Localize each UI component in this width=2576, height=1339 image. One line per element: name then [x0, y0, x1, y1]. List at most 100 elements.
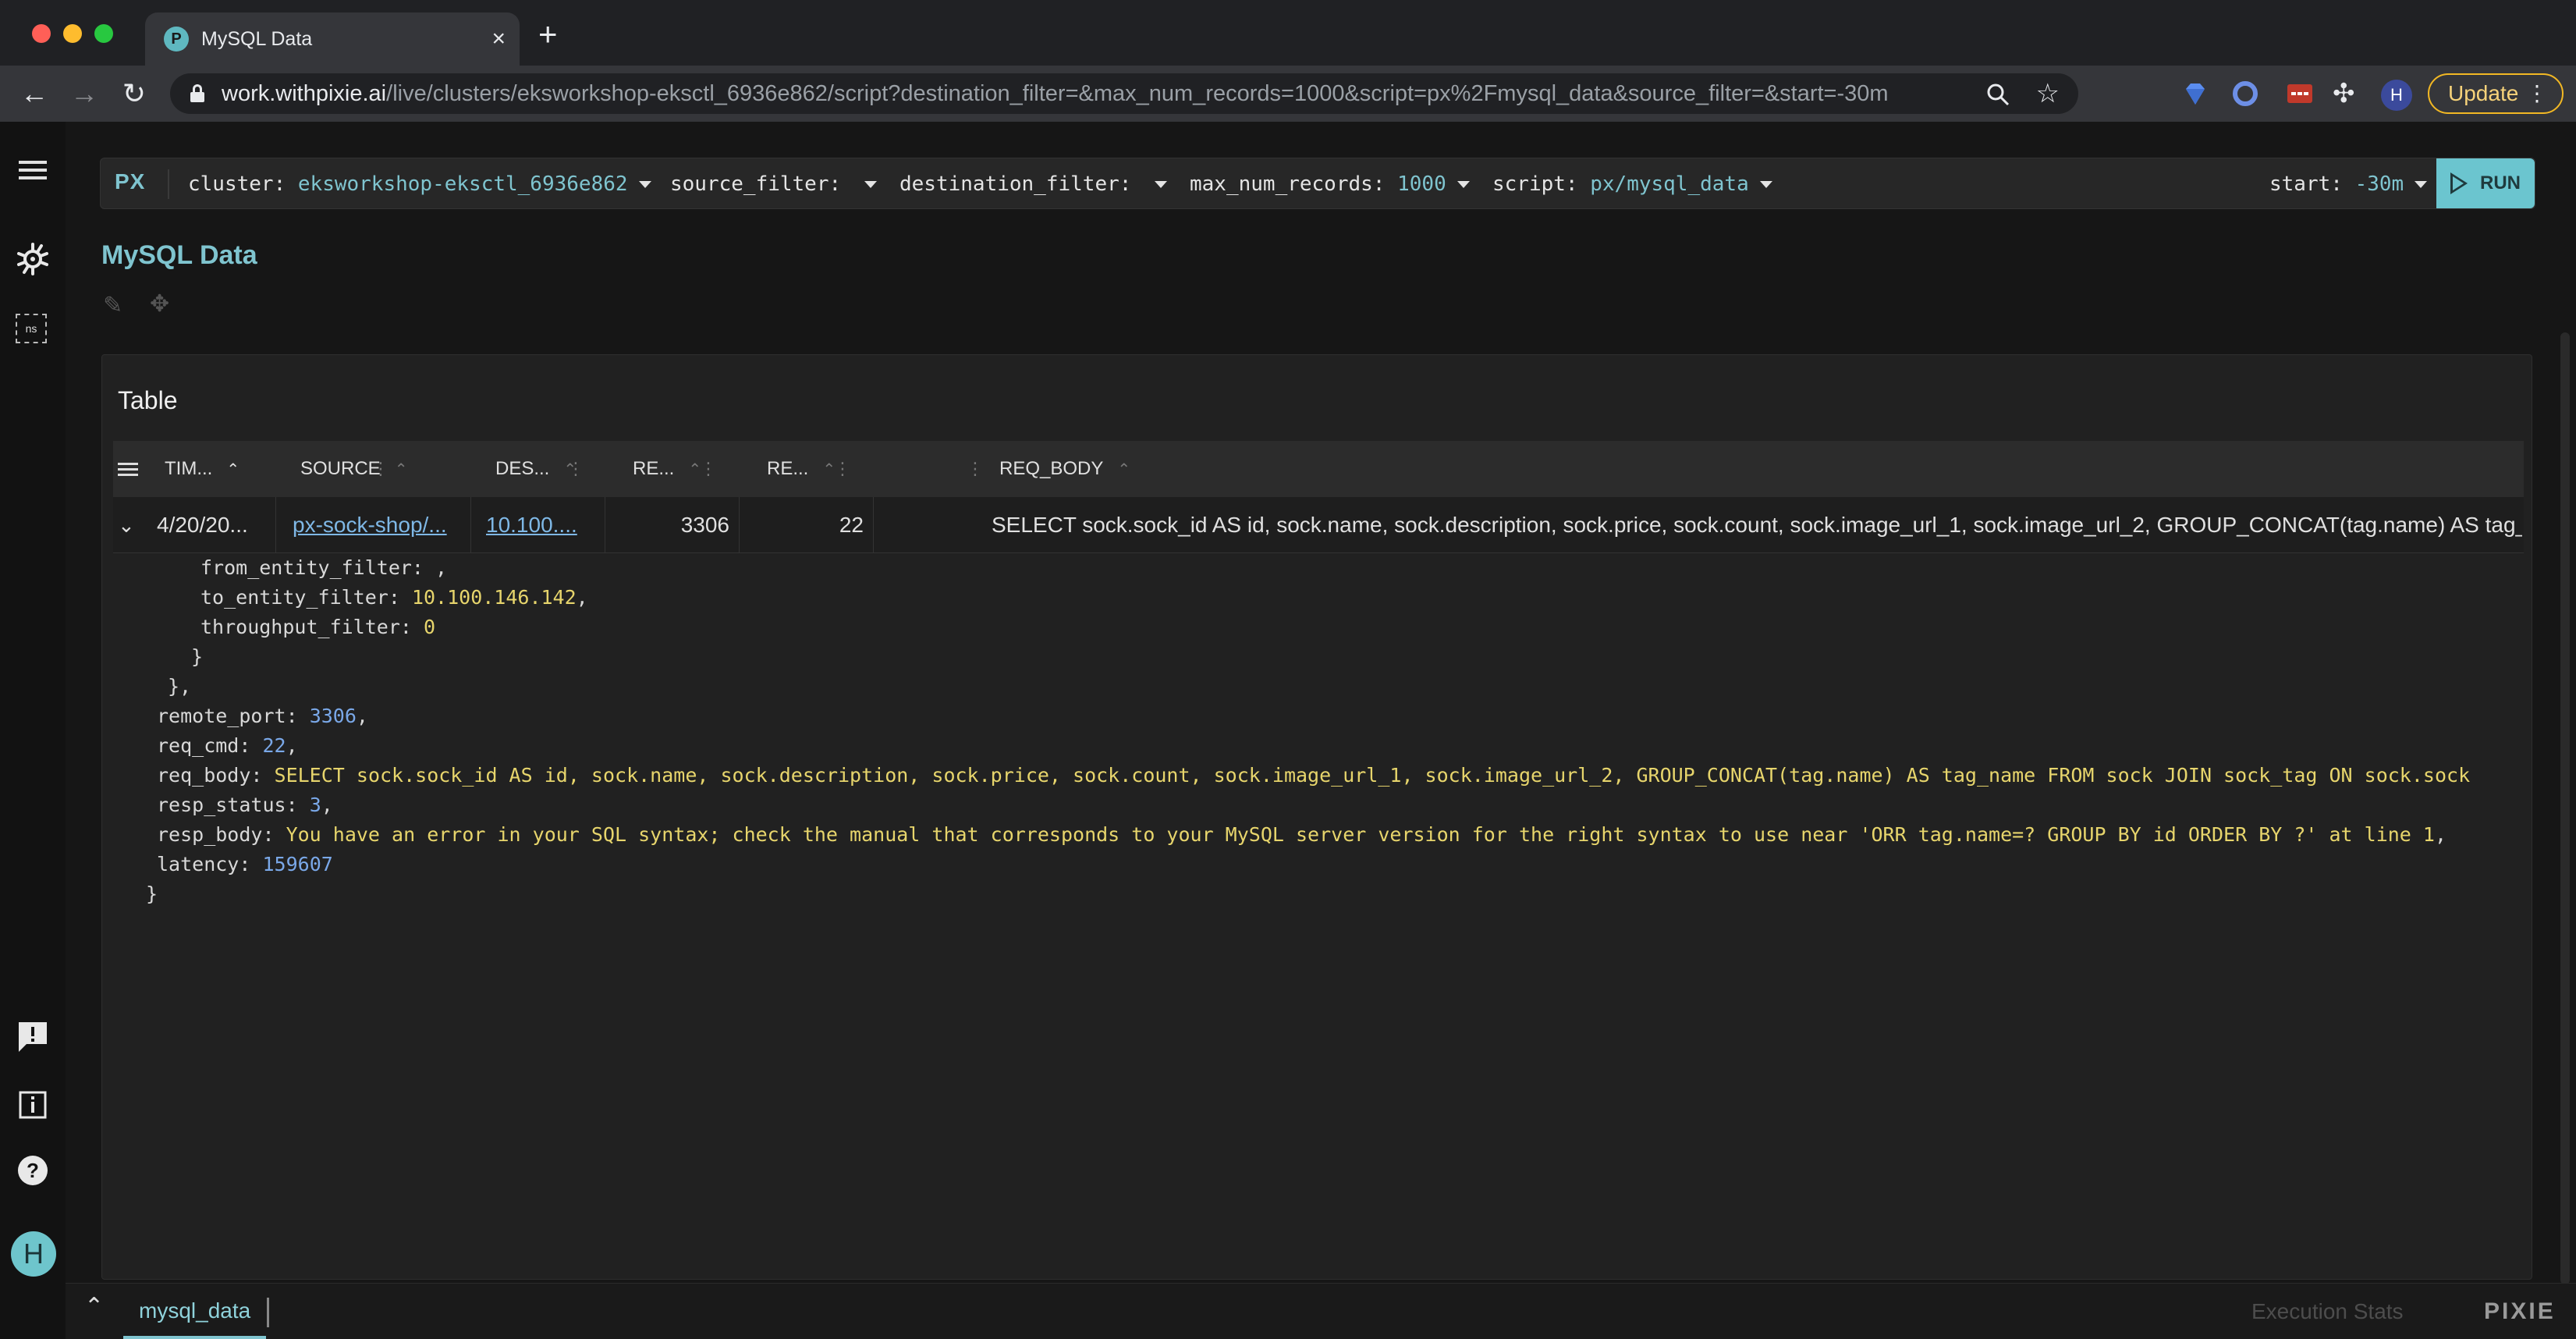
feedback-icon[interactable] [16, 1019, 50, 1053]
column-header-remote-port[interactable]: RE... ⌃ [633, 441, 701, 497]
tab-script-editor[interactable]: mysql_data [123, 1284, 267, 1339]
puzzle-extension-icon[interactable]: ✣ [2333, 80, 2361, 108]
new-tab-icon[interactable]: + [538, 17, 558, 52]
edit-icon[interactable]: ✎ [103, 292, 122, 319]
bookmark-star-icon[interactable]: ☆ [2036, 78, 2060, 109]
arg-key: cluster: [188, 172, 286, 196]
chevron-down-icon[interactable]: ⌄ [118, 497, 135, 553]
json-line: latency: 159607 [157, 853, 333, 876]
arg-key: start: [2269, 172, 2343, 196]
cell-divider [470, 497, 471, 553]
caret-down-icon [2415, 181, 2428, 188]
cell-source-link[interactable]: px-sock-shop/... [293, 497, 463, 553]
arg-value: 1000 [1397, 172, 1446, 196]
update-button[interactable]: Update ⋮ [2428, 73, 2564, 114]
window-maximize-button[interactable] [94, 24, 113, 43]
sort-up-icon[interactable]: ⌃ [226, 461, 240, 478]
window-close-button[interactable] [32, 24, 51, 43]
sort-up-icon[interactable]: ⌃ [688, 461, 701, 478]
cell-remote-port: 3306 [680, 513, 729, 537]
sort-up-icon[interactable]: ⌃ [395, 461, 408, 478]
arg-key: destination_filter: [899, 172, 1132, 196]
column-label: RE... [633, 458, 675, 479]
script-argument-bar: PX cluster: eksworkshop-eksctl_6936e862 … [100, 158, 2535, 209]
circle-extension-icon[interactable] [2231, 80, 2259, 108]
table-panel: Table TIM... ⌃ ⋮ SOURCE ⌃ ⋮ DES... ⌃ ⋮ RE..… [101, 354, 2532, 1280]
bottom-drawer-bar: ⌃ mysql_data Execution Stats PIXIE [66, 1283, 2576, 1339]
row-json-view: from_entity_filter: , to_entity_filter: … [113, 553, 2524, 1224]
destination-filter-selector[interactable]: destination_filter: [899, 158, 1168, 210]
arg-value: -30m [2354, 172, 2404, 196]
column-label: REQ_BODY [999, 458, 1104, 479]
cell-divider [739, 497, 740, 553]
cell-req-cmd: 22 [839, 513, 864, 537]
tab-title: MySQL Data [201, 28, 313, 50]
caret-down-icon [1457, 181, 1470, 188]
sort-up-icon[interactable]: ⌃ [822, 461, 836, 478]
url-text[interactable]: work.withpixie.ai/live/clusters/eksworks… [222, 73, 1889, 114]
address-bar[interactable]: work.withpixie.ai/live/clusters/eksworks… [170, 73, 2078, 114]
zoom-icon[interactable] [1986, 83, 2010, 106]
help-icon[interactable]: ? [16, 1153, 50, 1188]
pixie-brand-logo: PIXIE [2484, 1298, 2556, 1324]
gem-extension-icon[interactable] [2181, 80, 2209, 108]
svg-text:?: ? [27, 1159, 39, 1182]
column-label: RE... [767, 458, 809, 479]
kubernetes-icon[interactable] [16, 242, 50, 276]
profile-avatar[interactable]: H [2381, 80, 2412, 111]
start-time-selector[interactable]: start: -30m [2269, 158, 2428, 210]
pixie-logo-icon[interactable]: PX [115, 169, 145, 194]
caret-down-icon [638, 181, 651, 188]
ns-label: ns [16, 314, 47, 343]
table-row[interactable]: ⌄ 4/20/20... px-sock-shop/... 10.100....… [113, 497, 2524, 553]
arg-key: source_filter: [670, 172, 842, 196]
namespace-icon[interactable]: ns [16, 314, 50, 348]
forward-arrow-icon[interactable]: → [66, 75, 103, 112]
back-arrow-icon[interactable]: ← [16, 75, 53, 112]
cluster-selector[interactable]: cluster: eksworkshop-eksctl_6936e862 [188, 158, 651, 210]
max-num-records-selector[interactable]: max_num_records: 1000 [1190, 158, 1470, 210]
left-rail: ns ? H [0, 122, 66, 1339]
pixie-favicon-icon: P [164, 27, 189, 52]
sort-up-icon[interactable]: ⌃ [1117, 461, 1130, 478]
browser-toolbar: ← → ↻ work.withpixie.ai/live/clusters/ek… [0, 66, 2576, 122]
column-header-time[interactable]: TIM... ⌃ [165, 441, 240, 497]
panel-title: Table [118, 386, 178, 414]
chevron-up-icon[interactable]: ⌃ [84, 1293, 104, 1320]
cell-divider [275, 497, 276, 553]
json-brace: }, [168, 675, 192, 698]
divider [168, 169, 169, 199]
move-icon[interactable]: ✥ [150, 290, 169, 318]
execution-stats-tab[interactable]: Execution Stats [2251, 1284, 2404, 1339]
info-icon[interactable] [16, 1088, 50, 1122]
arg-value: px/mysql_data [1590, 172, 1749, 196]
column-header-req-body[interactable]: REQ_BODY ⌃ [999, 441, 1130, 497]
caret-down-icon [1155, 181, 1168, 188]
menu-icon[interactable] [16, 156, 50, 190]
column-header-destination[interactable]: DES... ⌃ [495, 441, 577, 497]
sort-up-icon[interactable]: ⌃ [563, 461, 577, 478]
column-resize-handle[interactable]: ⋮ [967, 458, 984, 480]
browser-tab[interactable]: P MySQL Data × [145, 12, 520, 66]
caret-down-icon [1759, 181, 1772, 188]
table-header: TIM... ⌃ ⋮ SOURCE ⌃ ⋮ DES... ⌃ ⋮ RE... ⌃ ⋮ R… [113, 441, 2524, 497]
run-button[interactable]: RUN [2436, 158, 2535, 208]
url-host: work.withpixie.ai [222, 81, 387, 106]
column-label: TIM... [165, 458, 213, 479]
json-brace: } [146, 883, 158, 905]
vertical-scrollbar[interactable] [2560, 332, 2570, 1284]
script-selector[interactable]: script: px/mysql_data [1492, 158, 1772, 210]
more-vertical-icon[interactable]: ⋮ [2526, 75, 2548, 112]
caret-down-icon [864, 181, 877, 188]
source-filter-selector[interactable]: source_filter: [670, 158, 877, 210]
red-extension-icon[interactable] [2286, 80, 2314, 108]
user-avatar[interactable]: H [11, 1231, 56, 1277]
window-minimize-button[interactable] [63, 24, 82, 43]
reload-icon[interactable]: ↻ [115, 75, 153, 112]
column-menu-icon[interactable] [118, 460, 138, 479]
cell-destination-link[interactable]: 10.100.... [486, 497, 587, 553]
column-header-req-cmd[interactable]: RE... ⌃ [767, 441, 836, 497]
column-header-source[interactable]: SOURCE ⌃ [300, 441, 407, 497]
tab-close-icon[interactable]: × [491, 23, 506, 55]
browser-tab-bar: P MySQL Data × + [0, 0, 2576, 66]
